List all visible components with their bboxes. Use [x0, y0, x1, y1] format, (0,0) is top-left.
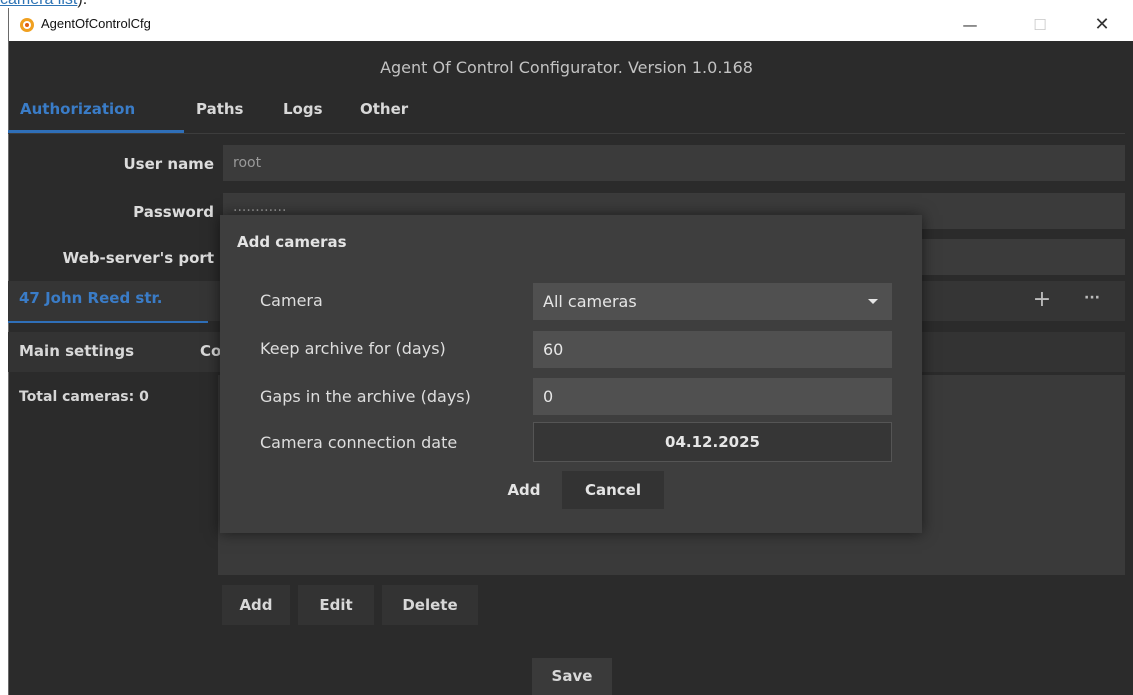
add-camera-button[interactable]: Add: [222, 585, 290, 625]
minimize-button[interactable]: —: [942, 8, 998, 41]
add-site-button[interactable]: +: [1027, 283, 1057, 317]
keep-archive-field[interactable]: 60: [533, 331, 892, 368]
dialog-add-button[interactable]: Add: [492, 471, 556, 509]
camera-select-value: All cameras: [543, 292, 637, 311]
edit-camera-button[interactable]: Edit: [298, 585, 374, 625]
site-tab[interactable]: 47 John Reed str.: [19, 289, 162, 307]
connection-date-label: Camera connection date: [260, 433, 458, 452]
close-button[interactable]: ✕: [1074, 8, 1130, 41]
camera-select[interactable]: All cameras: [533, 283, 892, 320]
tab-other[interactable]: Other: [360, 100, 408, 118]
site-tab-indicator: [8, 321, 208, 323]
keep-archive-label: Keep archive for (days): [260, 339, 446, 358]
camera-label: Camera: [260, 291, 323, 310]
username-label: User name: [123, 155, 214, 173]
tab-main-settings[interactable]: Main settings: [19, 342, 134, 360]
tab-logs[interactable]: Logs: [283, 100, 323, 118]
title-bar: AgentOfControlCfg — ☐ ✕: [9, 8, 1133, 41]
total-cameras-label: Total cameras: 0: [19, 389, 149, 405]
dropdown-arrow-icon: [868, 299, 878, 304]
delete-camera-button[interactable]: Delete: [382, 585, 478, 625]
link-trailing-text: ).: [77, 0, 87, 8]
password-label: Password: [133, 203, 214, 221]
window-title: AgentOfControlCfg: [41, 16, 151, 31]
add-cameras-dialog: Add cameras Camera All cameras Keep arch…: [220, 215, 922, 533]
camera-list-link[interactable]: camera list: [0, 0, 77, 8]
tab-cameras[interactable]: Co: [200, 342, 221, 360]
gaps-archive-label: Gaps in the archive (days): [260, 387, 471, 406]
tab-authorization[interactable]: Authorization: [20, 100, 135, 118]
port-label: Web-server's port: [62, 249, 214, 267]
dialog-cancel-button[interactable]: Cancel: [562, 471, 664, 509]
connection-date-field[interactable]: 04.12.2025: [533, 422, 892, 462]
app-logo-icon: [20, 18, 34, 32]
maximize-button[interactable]: ☐: [1012, 8, 1068, 41]
tab-paths[interactable]: Paths: [196, 100, 244, 118]
username-field[interactable]: root: [223, 145, 1125, 181]
save-button[interactable]: Save: [532, 658, 612, 695]
more-options-button[interactable]: ···: [1077, 283, 1107, 317]
top-link-fragment: camera list).: [0, 0, 87, 8]
gaps-archive-field[interactable]: 0: [533, 378, 892, 415]
dialog-title: Add cameras: [237, 233, 347, 251]
tab-divider: [8, 133, 1125, 134]
app-header-title: Agent Of Control Configurator. Version 1…: [380, 58, 753, 77]
